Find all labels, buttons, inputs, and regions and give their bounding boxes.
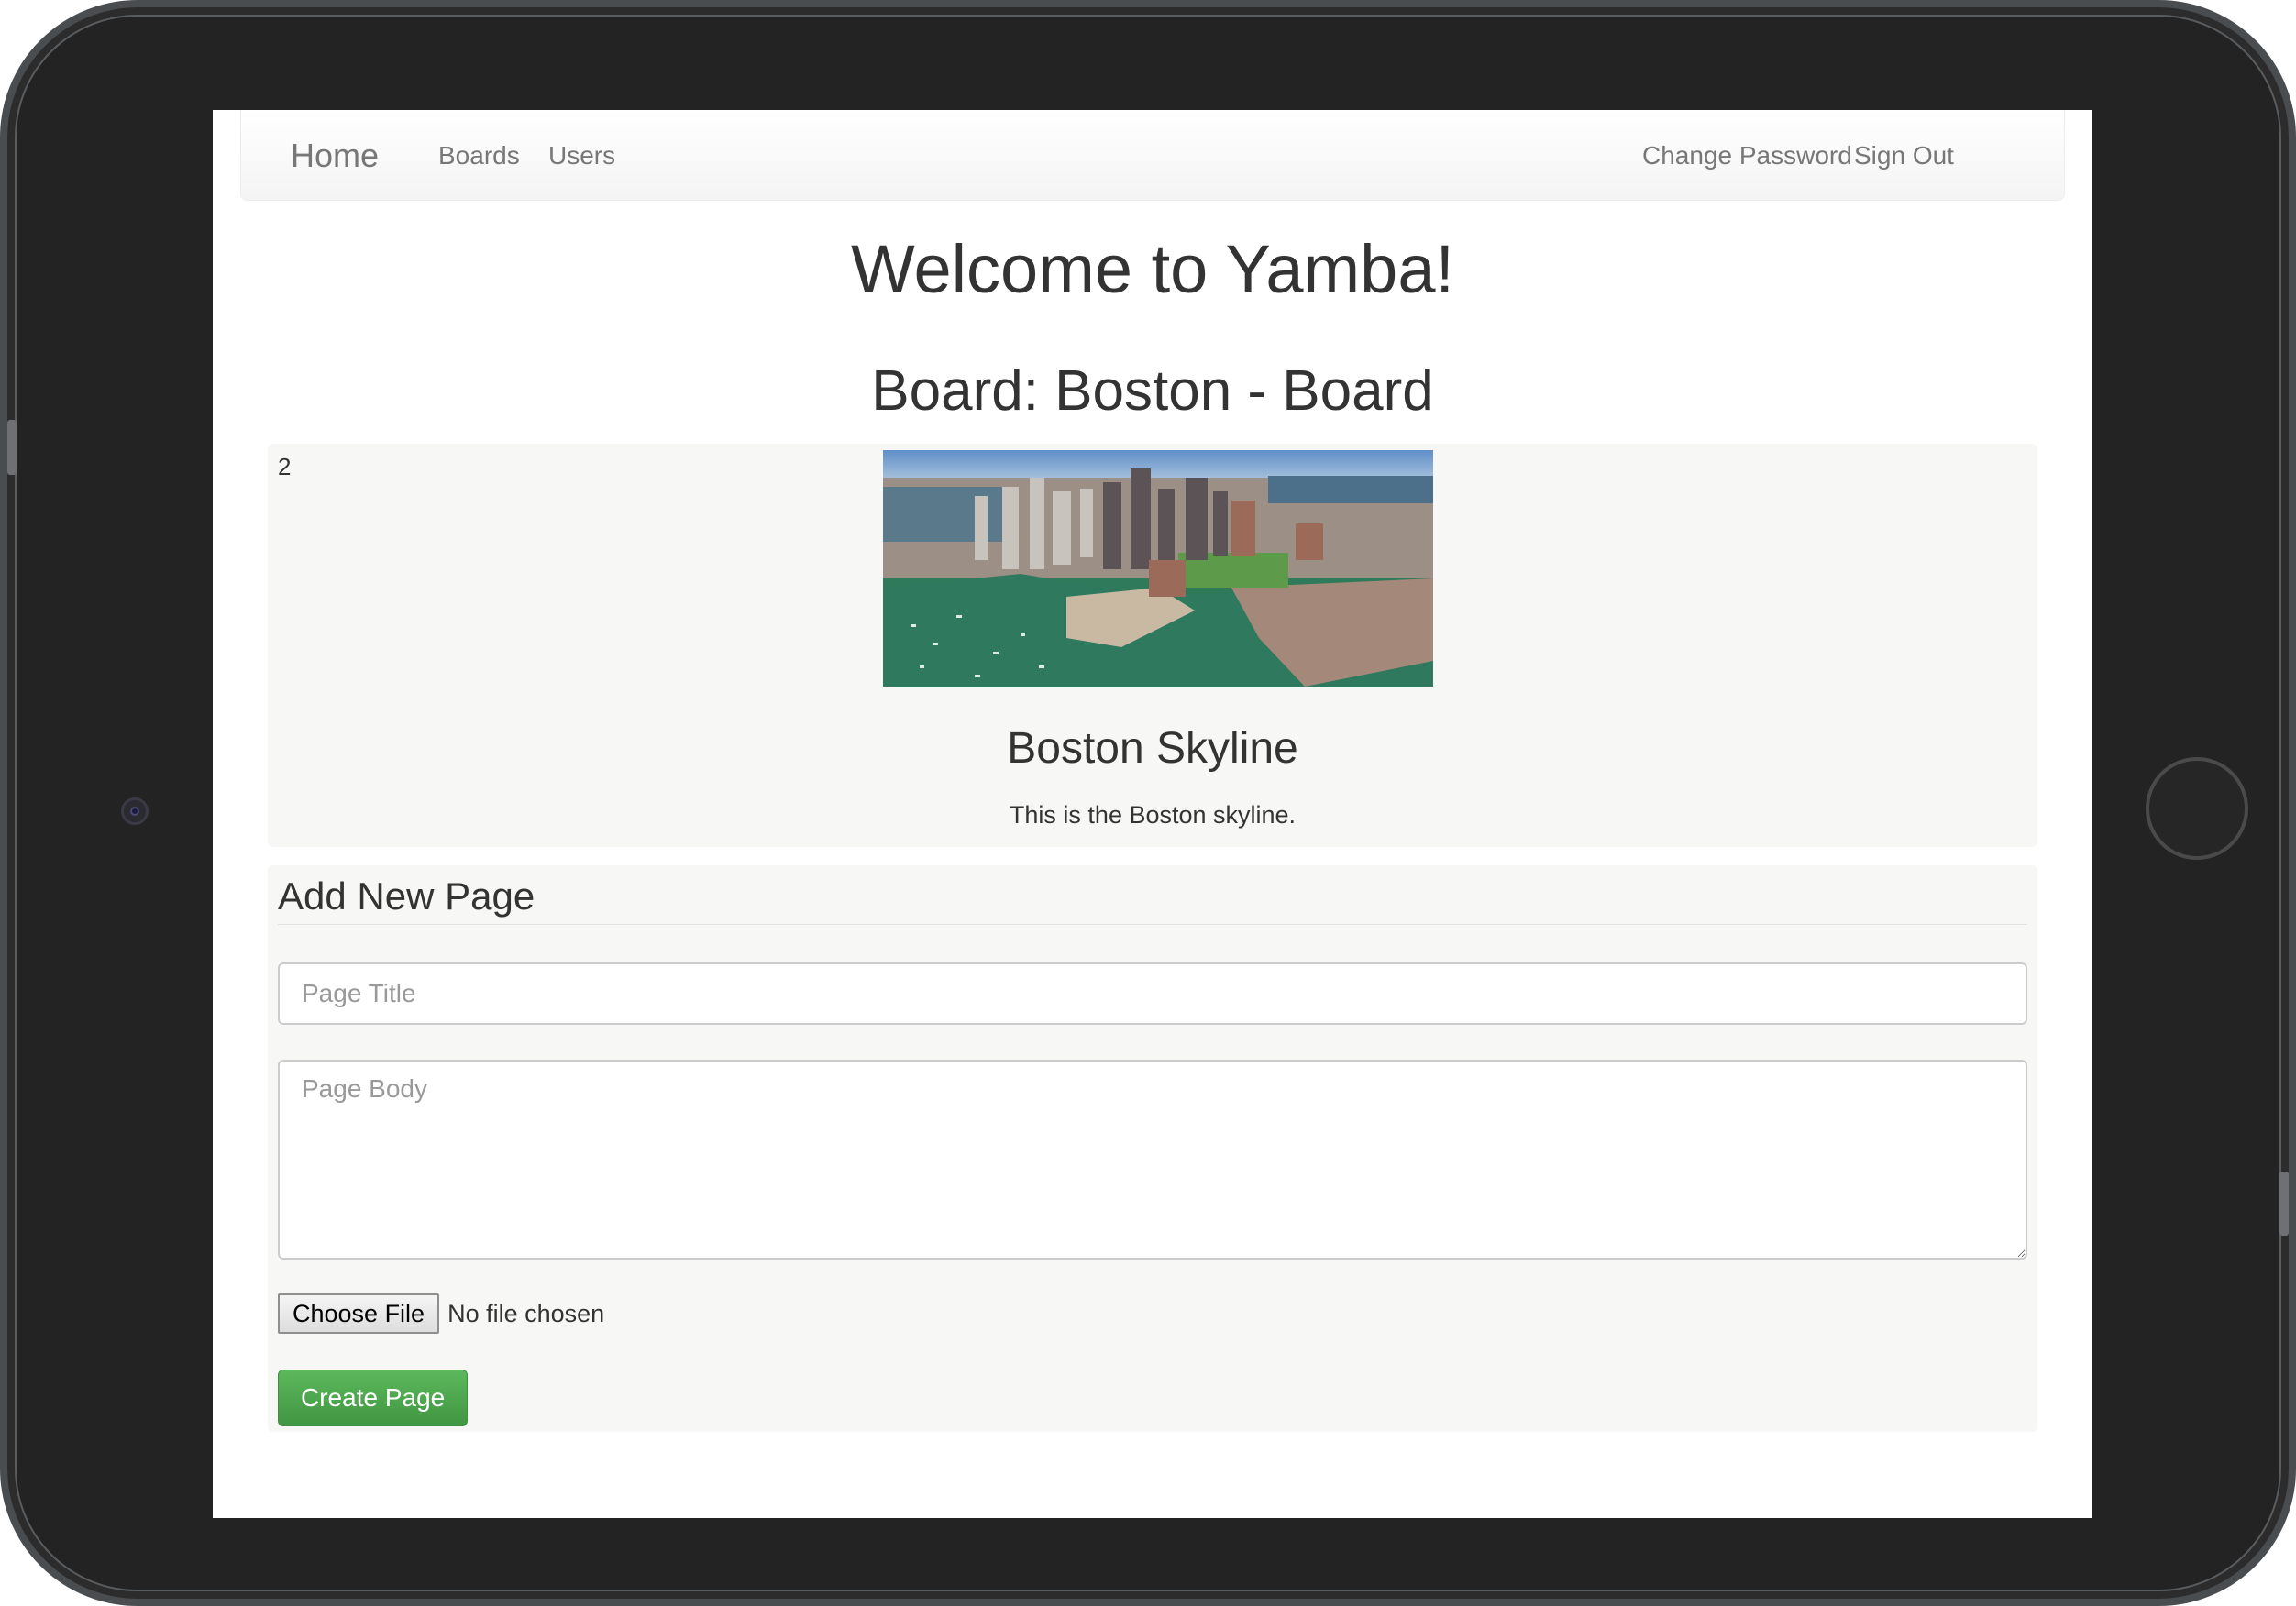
file-status-text: No file chosen — [447, 1299, 605, 1327]
create-page-button[interactable]: Create Page — [278, 1370, 469, 1426]
nav-change-password-link[interactable]: Change Password — [1642, 110, 1852, 201]
tablet-frame: Home Boards Users Change Password Sign O… — [0, 0, 2296, 1606]
page-title-input[interactable] — [278, 962, 2027, 1025]
nav-home-link[interactable]: Home — [291, 110, 379, 201]
front-camera-icon — [121, 798, 149, 825]
page-number: 2 — [278, 453, 292, 480]
board-heading: Board: Boston - Board — [871, 359, 1434, 423]
browser-screen: Home Boards Users Change Password Sign O… — [213, 110, 2092, 1518]
board-page-body: This is the Boston skyline. — [1009, 801, 1297, 829]
page-title: Welcome to Yamba! — [850, 231, 1455, 307]
nav-sign-out-link[interactable]: Sign Out — [1854, 110, 1954, 201]
nav-boards-link[interactable]: Boards — [438, 110, 520, 201]
form-legend: Add New Page — [278, 874, 2027, 925]
choose-file-button[interactable]: Choose File — [278, 1293, 440, 1334]
navbar: Home Boards Users Change Password Sign O… — [240, 110, 2065, 201]
board-page-card: 2 Boston Skyline This is the Boston skyl… — [268, 444, 2037, 847]
file-input: Choose File No file chosen — [278, 1293, 604, 1334]
boston-skyline-image — [883, 450, 1433, 687]
board-page-title: Boston Skyline — [1007, 724, 1298, 773]
tablet-side-button — [7, 420, 17, 475]
nav-users-link[interactable]: Users — [548, 110, 615, 201]
home-button-icon[interactable] — [2146, 757, 2248, 860]
page-body-textarea[interactable] — [278, 1060, 2027, 1260]
tablet-side-button — [2279, 1172, 2289, 1236]
add-page-form: Add New Page Choose File No file chosen … — [268, 865, 2037, 1432]
